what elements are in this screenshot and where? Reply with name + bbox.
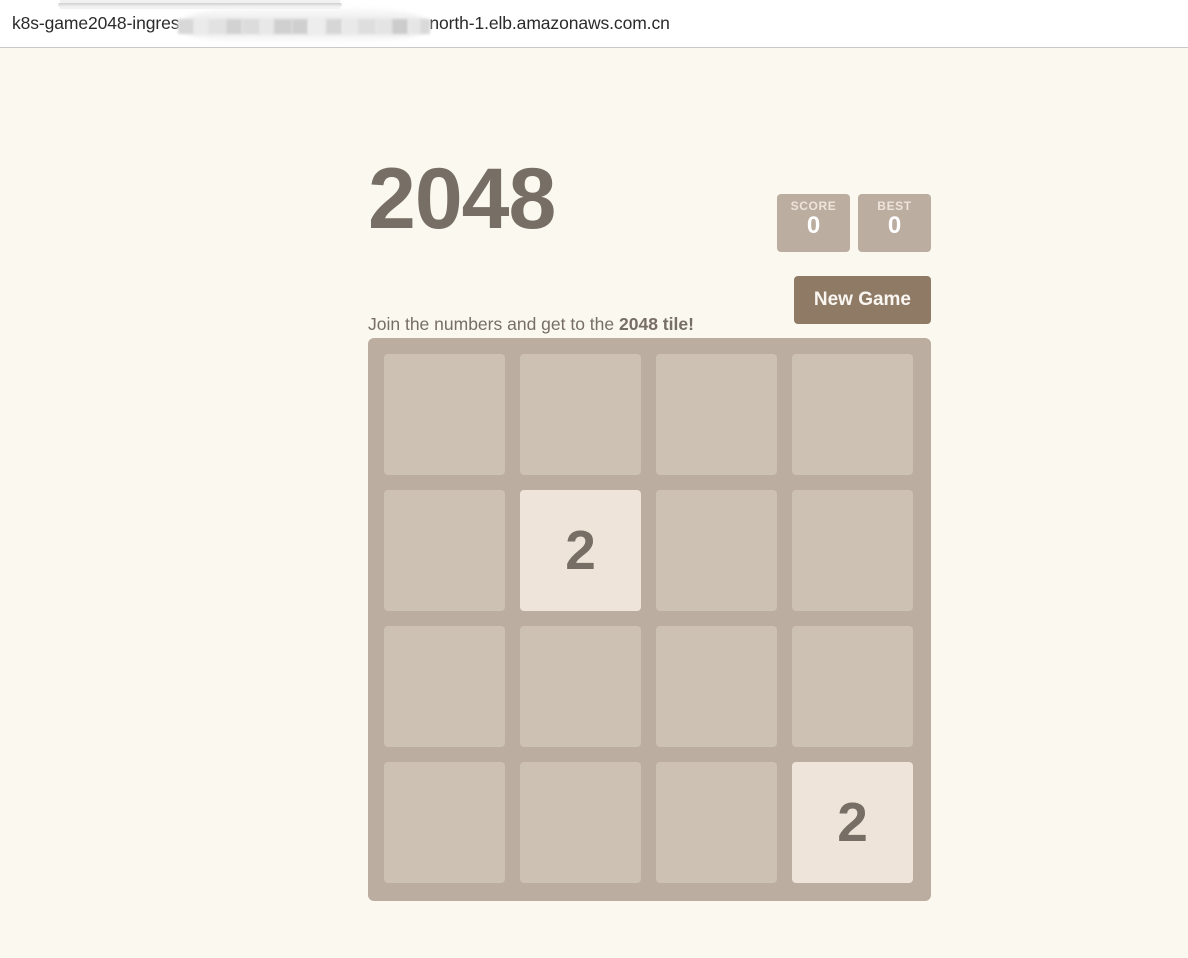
grid-cell-empty [520,354,641,475]
score-label: SCORE [790,199,837,213]
grid-row [384,354,915,475]
game-board[interactable]: 22 [368,338,931,901]
tile: 2 [520,490,641,611]
url-bar[interactable]: k8s-game2048-ingres north-1.elb.amazonaws… [12,0,670,46]
scores-container: SCORE 0 BEST 0 [777,194,931,252]
game-intro-highlight: 2048 tile! [619,313,694,334]
browser-chrome: k8s-game2048-ingres north-1.elb.amazonaws… [0,0,1188,48]
grid-cell-empty [384,354,505,475]
grid-cell-empty [656,626,777,747]
grid-row: 2 [384,762,915,883]
page-content: 2048 SCORE 0 BEST 0 Join the numbers and… [0,48,1188,958]
best-score-box: BEST 0 [858,194,931,252]
grid-row [384,626,915,747]
grid-cell-empty [656,762,777,883]
grid-cell-empty [792,354,913,475]
game-heading: 2048 SCORE 0 BEST 0 [368,154,931,276]
grid-row: 2 [384,490,915,611]
score-box: SCORE 0 [777,194,850,252]
score-value: 0 [806,212,821,239]
grid-cell-empty [384,762,505,883]
game-intro-prefix: Join the numbers and get to the [368,313,619,334]
grid-cell-empty [384,490,505,611]
tile: 2 [792,762,913,883]
game-container: 2048 SCORE 0 BEST 0 Join the numbers and… [368,154,931,901]
grid-cell-empty [520,626,641,747]
grid-cell-empty [384,626,505,747]
above-game-bar: Join the numbers and get to the 2048 til… [368,276,931,338]
new-game-button[interactable]: New Game [793,276,931,324]
game-intro-text: Join the numbers and get to the 2048 til… [368,312,694,337]
grid-cell-empty [656,354,777,475]
best-score-label: BEST [877,199,912,213]
grid-container: 22 [384,354,915,885]
url-prefix: k8s-game2048-ingres [12,13,180,33]
grid-cell-empty [520,762,641,883]
best-score-value: 0 [887,212,902,239]
grid-cell-empty [656,490,777,611]
page-title: 2048 [368,151,556,247]
grid-cell-empty [792,626,913,747]
grid-cell-empty [792,490,913,611]
url-suffix: north-1.elb.amazonaws.com.cn [429,13,670,33]
